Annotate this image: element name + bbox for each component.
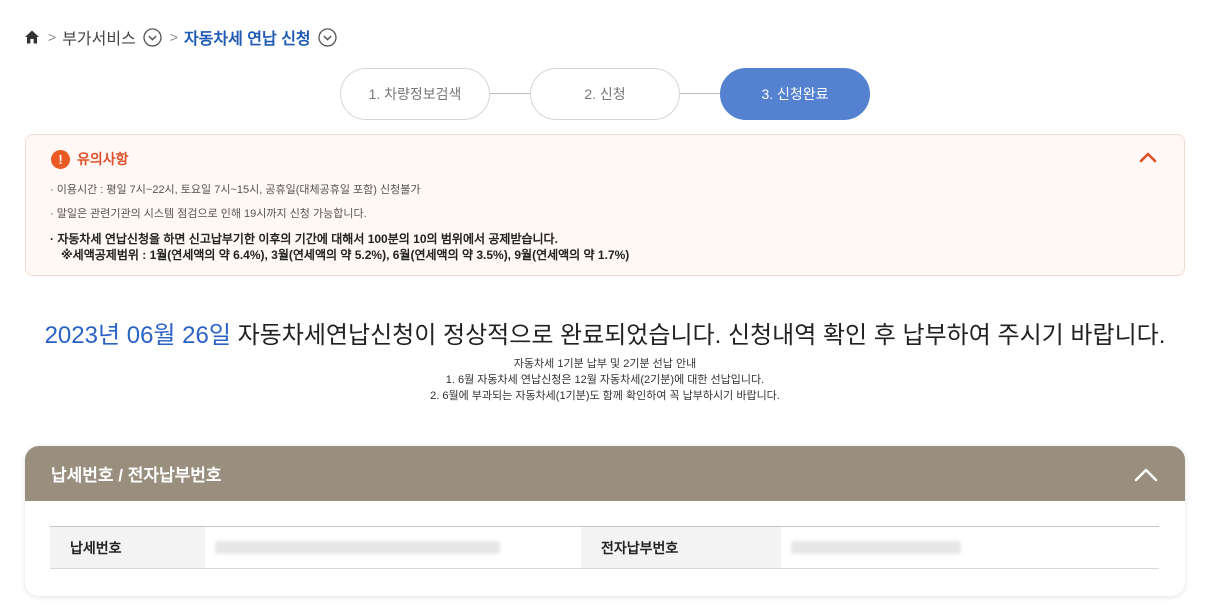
breadcrumb: > 부가서비스 > 자동차세 연납 신청 [24,26,337,48]
notice-item-month-end: · 말일은 관련기관의 시스템 점검으로 인해 19시까지 신청 가능합니다. [50,208,367,220]
complete-message: 2023년 06월 26일 자동차세연납신청이 정상적으로 완료되었습니다. 신… [0,315,1210,350]
step-apply: 2. 신청 [530,68,680,120]
notice-deduction-range: ※세액공제범위 : 1월(연세액의 약 6.4%), 3월(연세액의 약 5.2… [61,248,630,262]
home-icon[interactable] [24,29,40,45]
redacted-tax-number [215,541,500,554]
complete-message-text: 자동차세연납신청이 정상적으로 완료되었습니다. 신청내역 확인 후 납부하여 … [230,322,1166,349]
notice-deduction-text: · 자동차세 연납신청을 하면 신고납부기한 이후의 기간에 대해서 100분의… [50,232,558,246]
notice-box: ! 유의사항 · 이용시간 : 평일 7시~22시, 토요일 7시~15시, 공… [25,134,1185,276]
epay-number-label: 전자납부번호 [581,527,781,568]
breadcrumb-item-annual-tax[interactable]: 자동차세 연납 신청 [184,25,311,49]
tax-number-table: 납세번호 전자납부번호 [50,526,1159,569]
chevron-up-icon[interactable] [1136,147,1160,167]
step-connector [490,93,530,94]
progress-steps: 1. 차량정보검색 2. 신청 3. 신청완료 [340,68,870,120]
notice-item-hours: · 이용시간 : 평일 7시~22시, 토요일 7시~15시, 공휴일(대체공휴… [50,184,421,196]
chevron-right-icon: > [48,29,57,45]
redacted-epay-number [791,541,961,554]
breadcrumb-item-additional-services[interactable]: 부가서비스 [62,25,136,49]
tax-number-value [205,527,581,568]
chevron-up-icon[interactable] [1133,465,1159,483]
notice-title: 유의사항 [77,151,129,167]
complete-date: 2023년 06월 26일 [44,322,231,349]
tax-number-label: 납세번호 [50,527,205,568]
notice-header: ! 유의사항 [51,149,129,169]
step-connector [680,93,720,94]
notice-list: · 이용시간 : 평일 7시~22시, 토요일 7시~15시, 공휴일(대체공휴… [50,183,629,263]
chevron-down-circle-icon[interactable] [317,27,337,47]
panel-header[interactable]: 납세번호 / 전자납부번호 [25,446,1185,501]
complete-detail-2: 2. 6월에 부과되는 자동차세(1기분)도 함께 확인하여 꼭 납부하시기 바… [430,390,780,402]
step-complete: 3. 신청완료 [720,68,870,120]
epay-number-value [781,527,1159,568]
step-vehicle-search: 1. 차량정보검색 [340,68,490,120]
notice-item-deduction: · 자동차세 연납신청을 하면 신고납부기한 이후의 기간에 대해서 100분의… [50,231,629,263]
complete-detail-1: 1. 6월 자동차세 연납신청은 12월 자동차세(2기분)에 대한 선납입니다… [445,374,765,386]
exclamation-icon: ! [51,149,70,169]
chevron-down-circle-icon[interactable] [143,27,162,47]
tax-number-panel: 납세번호 / 전자납부번호 납세번호 전자납부번호 [25,446,1185,596]
panel-title: 납세번호 / 전자납부번호 [51,466,222,485]
complete-detail-heading: 자동차세 1기분 납부 및 2기분 선납 안내 [513,358,697,370]
complete-details: 자동차세 1기분 납부 및 2기분 선납 안내 1. 6월 자동차세 연납신청은… [0,356,1210,404]
chevron-right-icon: > [169,29,178,45]
